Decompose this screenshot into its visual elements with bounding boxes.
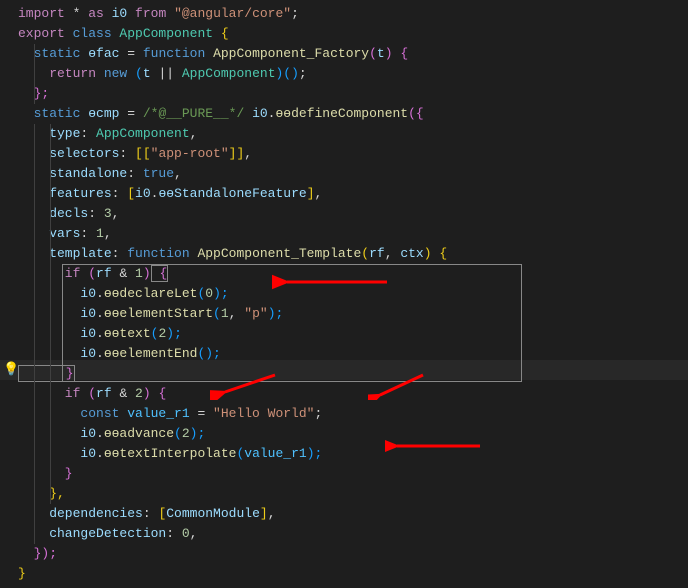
code-line: type: AppComponent, xyxy=(18,124,688,144)
code-line: } xyxy=(18,364,688,384)
code-line: i0.ɵɵadvance(2); xyxy=(18,424,688,444)
code-line: decls: 3, xyxy=(18,204,688,224)
code-line: } xyxy=(18,564,688,584)
lightbulb-icon[interactable]: 💡 xyxy=(3,360,19,380)
code-line: import * as i0 from "@angular/core"; xyxy=(18,4,688,24)
code-line: i0.ɵɵelementStart(1, "p"); xyxy=(18,304,688,324)
code-line: standalone: true, xyxy=(18,164,688,184)
code-line: changeDetection: 0, xyxy=(18,524,688,544)
code-line: }, xyxy=(18,484,688,504)
code-line: static ɵcmp = /*@__PURE__*/ i0.ɵɵdefineC… xyxy=(18,104,688,124)
code-line: export class AppComponent { xyxy=(18,24,688,44)
code-line: static ɵfac = function AppComponent_Fact… xyxy=(18,44,688,64)
code-line: features: [i0.ɵɵStandaloneFeature], xyxy=(18,184,688,204)
code-line: i0.ɵɵtextInterpolate(value_r1); xyxy=(18,444,688,464)
code-line: } xyxy=(18,464,688,484)
code-line: i0.ɵɵdeclareLet(0); xyxy=(18,284,688,304)
code-line: i0.ɵɵtext(2); xyxy=(18,324,688,344)
code-line: }); xyxy=(18,544,688,564)
code-line: if (rf & 2) { xyxy=(18,384,688,404)
code-line: const value_r1 = "Hello World"; xyxy=(18,404,688,424)
code-line: dependencies: [CommonModule], xyxy=(18,504,688,524)
code-line: }; xyxy=(18,84,688,104)
code-line: i0.ɵɵelementEnd(); xyxy=(18,344,688,364)
code-editor[interactable]: import * as i0 from "@angular/core"; exp… xyxy=(0,0,688,588)
code-line: template: function AppComponent_Template… xyxy=(18,244,688,264)
code-line: return new (t || AppComponent)(); xyxy=(18,64,688,84)
code-line: selectors: [["app-root"]], xyxy=(18,144,688,164)
code-line: vars: 1, xyxy=(18,224,688,244)
code-line: if (rf & 1) { xyxy=(18,264,688,284)
